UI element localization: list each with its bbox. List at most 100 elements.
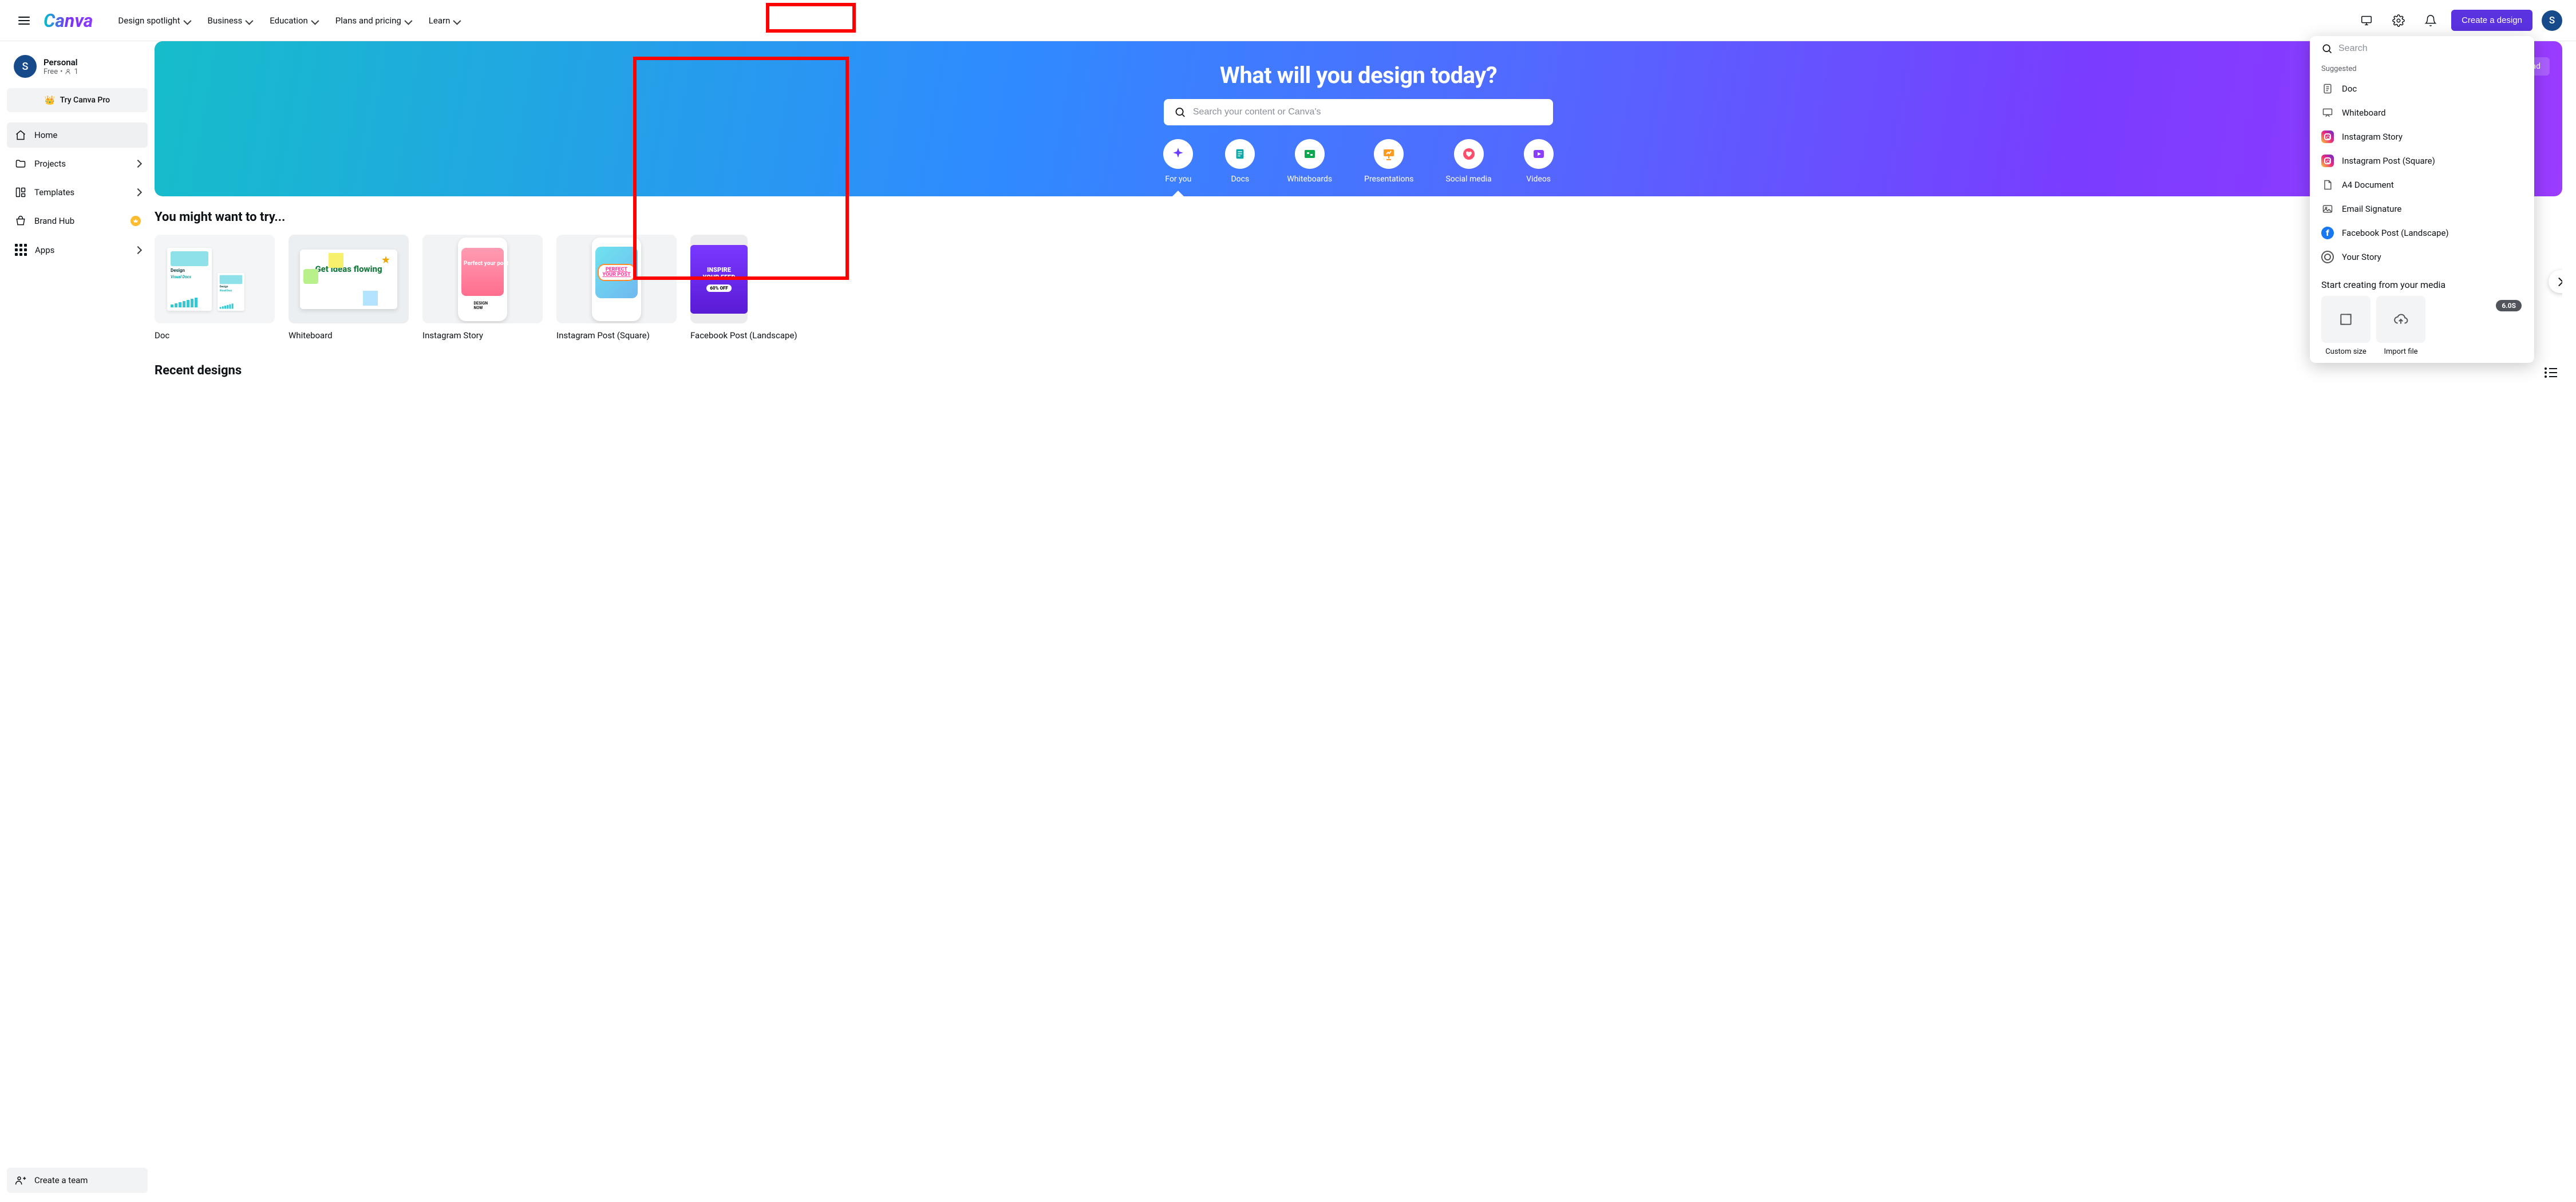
template-row: DesignVisual Docs DesignVisual Docs Doc … (155, 235, 2562, 341)
template-card-instagram-story[interactable]: Perfect your postDESIGN NOW Instagram St… (422, 235, 543, 341)
hero-banner: Upload What will you design today? For y… (155, 41, 2562, 196)
search-icon (1174, 106, 1186, 118)
templates-icon (15, 187, 26, 198)
chevron-down-icon (246, 19, 251, 22)
home-icon (15, 129, 26, 141)
thumbnail: DesignVisual Docs DesignVisual Docs (155, 235, 275, 323)
card-label: Whiteboard (289, 330, 409, 341)
canva-logo[interactable]: Canva (44, 10, 93, 31)
sidebar-item-label: Create a team (34, 1175, 88, 1185)
nav-business[interactable]: Business (201, 10, 259, 31)
dropdown-item-email-signature[interactable]: Email Signature (2310, 197, 2534, 221)
carousel-next-button[interactable] (2549, 270, 2562, 293)
hero-tab-presentations[interactable]: Presentations (1364, 139, 1413, 184)
sidebar-item-home[interactable]: Home (7, 122, 148, 148)
thumbnail: Perfect your postDESIGN NOW (422, 235, 543, 323)
top-nav: Canva Design spotlight Business Educatio… (0, 0, 2576, 41)
dropdown-search[interactable] (2310, 36, 2534, 60)
nav-design-spotlight[interactable]: Design spotlight (111, 10, 196, 31)
hero-tab-social-media[interactable]: Social media (1445, 139, 1491, 184)
create-team-button[interactable]: Create a team (7, 1168, 148, 1193)
nav-plans[interactable]: Plans and pricing (329, 10, 417, 31)
dropdown-search-input[interactable] (2338, 44, 2523, 54)
sidebar: S Personal Free• 1 👑 Try Canva Pro Home … (0, 41, 155, 1202)
thumbnail: INSPIREYOUR FEED60% OFF (690, 235, 748, 323)
team-icon (15, 1175, 26, 1186)
chevron-down-icon (405, 19, 410, 22)
template-card-facebook-post[interactable]: INSPIREYOUR FEED60% OFF Facebook Post (L… (690, 235, 748, 341)
sidebar-item-label: Brand Hub (34, 216, 74, 226)
instagram-icon (2321, 155, 2334, 167)
crown-icon: 👑 (45, 95, 56, 105)
chevron-down-icon (311, 19, 317, 22)
avatar[interactable]: S (2542, 10, 2562, 31)
dropdown-item-your-story[interactable]: Your Story (2310, 245, 2534, 269)
hero-search[interactable] (1164, 99, 1553, 125)
section-recent: Recent designs (155, 357, 2576, 388)
cloud-upload-icon (2393, 312, 2408, 327)
facebook-icon: f (2321, 227, 2334, 239)
sidebar-item-brand-hub[interactable]: Brand Hub (7, 208, 148, 234)
nav-links: Design spotlight Business Education Plan… (111, 10, 466, 31)
dropdown-item-instagram-post[interactable]: Instagram Post (Square) (2310, 149, 2534, 173)
whiteboard-icon (1295, 139, 1325, 169)
nav-learn[interactable]: Learn (422, 10, 467, 31)
main-content: Upload What will you design today? For y… (155, 41, 2576, 1202)
folder-icon (15, 158, 26, 169)
view-list-toggle[interactable] (2539, 361, 2562, 384)
card-label: Instagram Story (422, 330, 543, 341)
dropdown-item-whiteboard[interactable]: Whiteboard (2310, 101, 2534, 125)
dropdown-item-facebook-post[interactable]: f Facebook Post (Landscape) (2310, 221, 2534, 245)
template-card-doc[interactable]: DesignVisual Docs DesignVisual Docs Doc (155, 235, 275, 341)
hero-tab-whiteboards[interactable]: Whiteboards (1287, 139, 1332, 184)
section-title: Recent designs (155, 363, 242, 378)
document-icon (2321, 179, 2334, 191)
notifications-icon[interactable] (2419, 9, 2442, 32)
hero-tab-videos[interactable]: Videos (1524, 139, 1554, 184)
doc-icon (1225, 139, 1255, 169)
video-icon (1524, 139, 1554, 169)
dropdown-item-a4[interactable]: A4 Document (2310, 173, 2534, 197)
nav-education[interactable]: Education (263, 10, 324, 31)
dropdown-timer-pill: 6.0S (2496, 300, 2522, 311)
hero-title: What will you design today? (168, 62, 2549, 89)
presentation-icon (1374, 139, 1404, 169)
template-card-whiteboard[interactable]: ★Get ideas flowing Whiteboard (289, 235, 409, 341)
sidebar-item-apps[interactable]: Apps (7, 237, 148, 263)
template-card-instagram-post[interactable]: PERFECTYOUR POST Instagram Post (Square) (556, 235, 677, 341)
desktop-app-icon[interactable] (2355, 9, 2378, 32)
sidebar-item-label: Templates (34, 187, 74, 197)
card-label: Doc (155, 330, 275, 341)
sparkle-icon (1163, 139, 1193, 169)
try-canva-pro-button[interactable]: 👑 Try Canva Pro (7, 88, 148, 112)
hamburger-icon[interactable] (14, 12, 34, 29)
dropdown-item-instagram-story[interactable]: Instagram Story (2310, 125, 2534, 149)
dropdown-tile-custom-size[interactable]: Custom size (2321, 296, 2370, 356)
settings-icon[interactable] (2387, 9, 2410, 32)
card-label: Instagram Post (Square) (556, 330, 677, 341)
user-name: Personal (44, 57, 78, 68)
apps-icon (15, 244, 27, 256)
doc-icon (2321, 82, 2334, 95)
avatar: S (14, 55, 37, 78)
list-icon (2545, 367, 2557, 378)
brand-hub-icon (15, 215, 26, 227)
hero-search-input[interactable] (1193, 107, 1543, 117)
create-design-button[interactable]: Create a design (2451, 10, 2532, 31)
hero-tab-for-you[interactable]: For you (1163, 139, 1193, 184)
heart-icon (1454, 139, 1484, 169)
dropdown-item-doc[interactable]: Doc (2310, 77, 2534, 101)
pro-badge-icon (131, 216, 141, 226)
dropdown-suggested-label: Suggested (2310, 60, 2534, 77)
chevron-down-icon (184, 19, 189, 22)
instagram-icon (2321, 131, 2334, 143)
dropdown-tile-import-file[interactable]: Import file (2376, 296, 2425, 356)
sidebar-item-label: Home (34, 130, 57, 140)
story-icon (2321, 251, 2334, 263)
sidebar-item-templates[interactable]: Templates (7, 180, 148, 205)
whiteboard-icon (2321, 106, 2334, 119)
sidebar-item-projects[interactable]: Projects (7, 151, 148, 176)
sidebar-user[interactable]: S Personal Free• 1 (7, 50, 148, 85)
user-plan: Free• 1 (44, 68, 78, 76)
hero-tab-docs[interactable]: Docs (1225, 139, 1255, 184)
